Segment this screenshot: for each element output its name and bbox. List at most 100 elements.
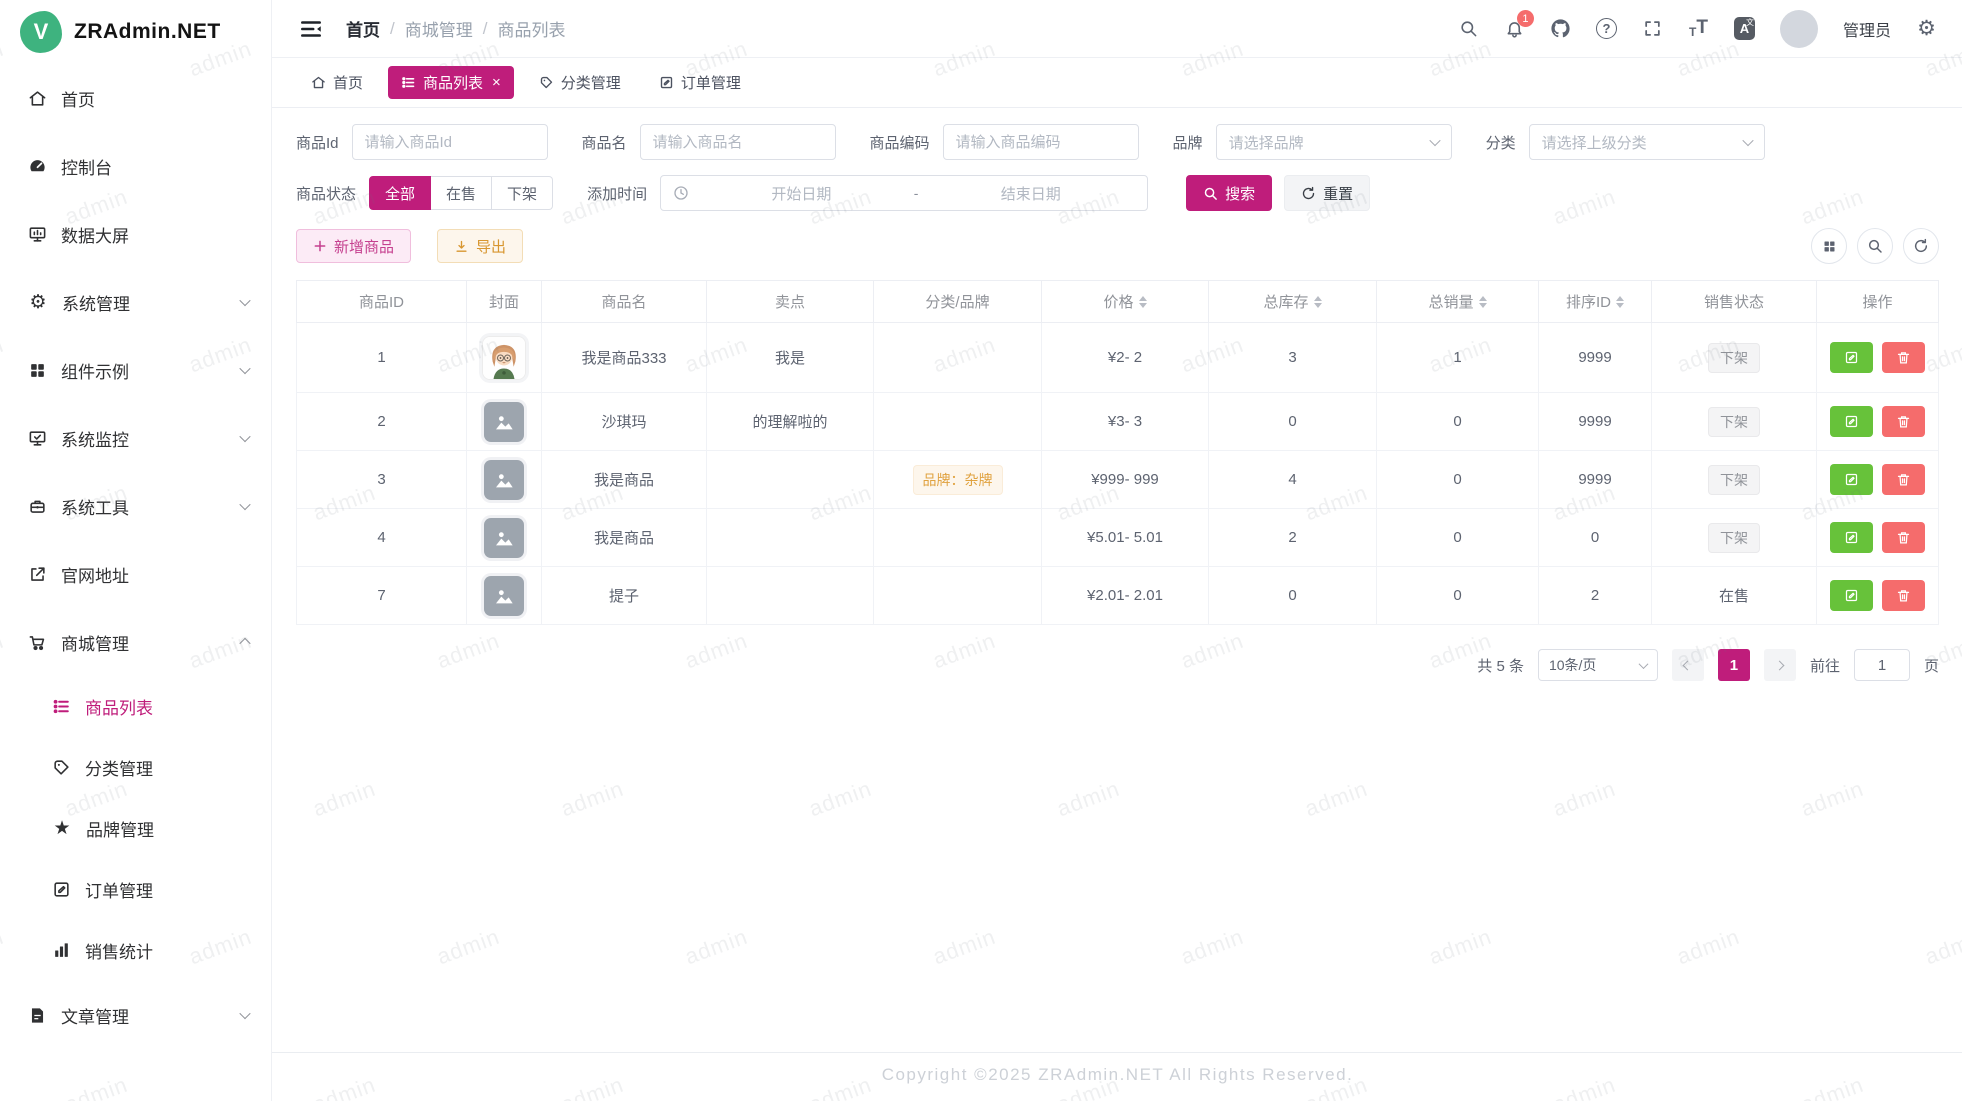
sidebar-item-sales-stats[interactable]: 销售统计 [0, 920, 271, 981]
table-search-icon[interactable] [1857, 228, 1893, 264]
font-size-icon[interactable]: TT [1688, 18, 1709, 39]
product-cover-image[interactable] [482, 336, 526, 380]
export-button[interactable]: 导出 [437, 229, 523, 263]
search-icon[interactable] [1458, 18, 1479, 39]
col-sales[interactable]: 总销量 [1377, 281, 1539, 323]
sidebar-item-category[interactable]: 分类管理 [0, 737, 271, 798]
date-range-picker[interactable]: 开始日期 - 结束日期 [660, 175, 1148, 211]
menu-fold-icon[interactable] [298, 16, 324, 42]
next-page-button[interactable] [1764, 649, 1796, 681]
sidebar-item-label: 文章管理 [61, 1003, 227, 1028]
brand-select[interactable]: 请选择品牌 [1216, 124, 1452, 160]
product-name-input[interactable] [640, 124, 836, 160]
table-refresh-icon[interactable] [1903, 228, 1939, 264]
product-id-input[interactable] [352, 124, 548, 160]
cell-name: 我是商品333 [542, 323, 707, 393]
status-offsale-button[interactable]: 下架 [492, 176, 553, 210]
reset-button[interactable]: 重置 [1284, 175, 1370, 211]
tab-category[interactable]: 分类管理 [526, 66, 634, 99]
cell-sort: 0 [1539, 509, 1652, 567]
edit-button[interactable] [1830, 342, 1873, 373]
trash-icon [1896, 414, 1911, 429]
search-icon [1203, 186, 1218, 201]
col-status: 销售状态 [1652, 281, 1817, 323]
sidebar-item-home[interactable]: 首页 [0, 64, 271, 132]
navbar-actions: 1 ? TT A文 管理员 ⚙ [1458, 10, 1937, 48]
sort-icon[interactable] [1139, 296, 1147, 308]
col-price[interactable]: 价格 [1042, 281, 1209, 323]
sidebar-item-brand[interactable]: ★ 品牌管理 [0, 798, 271, 859]
cell-cover[interactable] [467, 323, 542, 393]
sort-icon[interactable] [1314, 296, 1322, 308]
col-category-brand: 分类/品牌 [874, 281, 1042, 323]
tab-product-list[interactable]: 商品列表 × [388, 66, 514, 99]
tab-home[interactable]: 首页 [298, 66, 376, 99]
sidebar-item-product-list[interactable]: 商品列表 [0, 676, 271, 737]
cell-sales: 0 [1377, 509, 1539, 567]
search-button[interactable]: 搜索 [1186, 175, 1272, 211]
translate-icon[interactable]: A文 [1734, 18, 1755, 39]
columns-grid-icon[interactable] [1811, 228, 1847, 264]
fullscreen-icon[interactable] [1642, 18, 1663, 39]
settings-gear-icon[interactable]: ⚙ [1916, 18, 1937, 39]
product-code-input[interactable] [943, 124, 1139, 160]
filter-product-code: 商品编码 [870, 124, 1139, 160]
status-onsale-button[interactable]: 在售 [431, 176, 492, 210]
edit-button[interactable] [1830, 580, 1873, 611]
notification-bell-icon[interactable]: 1 [1504, 18, 1525, 39]
breadcrumb-shop[interactable]: 商城管理 [405, 16, 473, 41]
sidebar-item-label: 官网地址 [61, 562, 249, 587]
tab-order[interactable]: 订单管理 [646, 66, 754, 99]
cell-cover[interactable] [467, 567, 542, 625]
sidebar-item-website[interactable]: 官网地址 [0, 540, 271, 608]
sidebar-item-tools[interactable]: 系统工具 [0, 472, 271, 540]
cell-cover[interactable] [467, 393, 542, 451]
sidebar-item-monitor[interactable]: 系统监控 [0, 404, 271, 472]
logo[interactable]: V ZRAdmin.NET [0, 0, 271, 64]
prev-page-button[interactable] [1672, 649, 1704, 681]
sidebar-item-order[interactable]: 订单管理 [0, 859, 271, 920]
current-page-button[interactable]: 1 [1718, 649, 1750, 681]
col-stock[interactable]: 总库存 [1209, 281, 1377, 323]
sort-icon[interactable] [1616, 296, 1624, 308]
filter-date: 添加时间 开始日期 - 结束日期 [587, 175, 1148, 211]
delete-button[interactable] [1882, 342, 1925, 373]
order-icon [52, 880, 71, 899]
sidebar-item-system[interactable]: ⚙ 系统管理 [0, 268, 271, 336]
sidebar-item-shop[interactable]: 商城管理 [0, 608, 271, 676]
sidebar-item-datascreen[interactable]: 数据大屏 [0, 200, 271, 268]
sort-icon[interactable] [1479, 296, 1487, 308]
add-product-button[interactable]: 新增商品 [296, 229, 411, 263]
cell-cover[interactable] [467, 451, 542, 509]
delete-button[interactable] [1882, 522, 1925, 553]
col-sort-id[interactable]: 排序ID [1539, 281, 1652, 323]
delete-button[interactable] [1882, 464, 1925, 495]
github-icon[interactable] [1550, 18, 1571, 39]
user-name[interactable]: 管理员 [1843, 17, 1891, 41]
edit-button[interactable] [1830, 464, 1873, 495]
cell-cover[interactable] [467, 509, 542, 567]
sidebar-item-label: 控制台 [61, 154, 249, 179]
status-all-button[interactable]: 全部 [369, 176, 431, 210]
home-icon [311, 75, 326, 90]
avatar[interactable] [1780, 10, 1818, 48]
edit-button[interactable] [1830, 406, 1873, 437]
delete-button[interactable] [1882, 406, 1925, 437]
sidebar-item-console[interactable]: 控制台 [0, 132, 271, 200]
help-icon[interactable]: ? [1596, 18, 1617, 39]
edit-button[interactable] [1830, 522, 1873, 553]
category-select[interactable]: 请选择上级分类 [1529, 124, 1765, 160]
document-icon [28, 1006, 47, 1025]
edit-icon [1844, 588, 1859, 603]
content: 商品Id 商品名 商品编码 品牌 请选择品牌 [272, 108, 1962, 1052]
cell-id: 4 [297, 509, 467, 567]
sidebar-item-label: 组件示例 [61, 358, 227, 383]
close-icon[interactable]: × [492, 74, 501, 91]
goto-page-input[interactable] [1854, 649, 1910, 681]
sidebar-item-components[interactable]: 组件示例 [0, 336, 271, 404]
page-size-select[interactable]: 10条/页 [1538, 649, 1658, 681]
delete-button[interactable] [1882, 580, 1925, 611]
sidebar-item-articles[interactable]: 文章管理 [0, 981, 271, 1049]
breadcrumb-home[interactable]: 首页 [346, 16, 380, 41]
table-row: 3 我是商品 品牌：杂牌 ¥999- 999 4 0 9999 下架 [297, 451, 1939, 509]
